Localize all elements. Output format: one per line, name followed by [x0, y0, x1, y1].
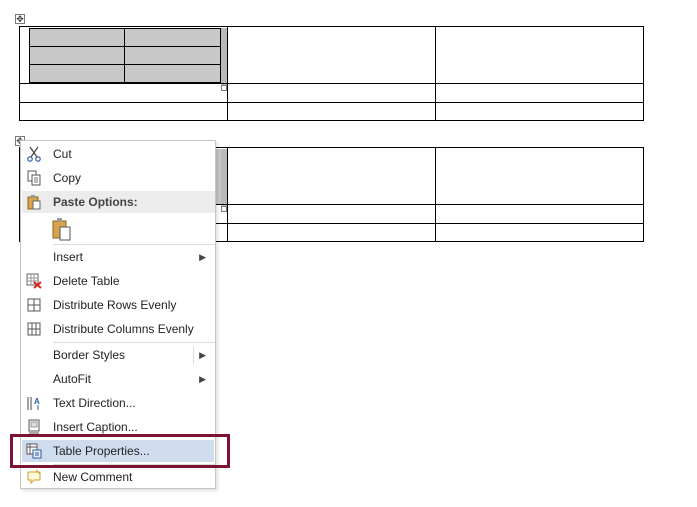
- menu-item-label: Text Direction...: [53, 396, 136, 410]
- nested-table-cells[interactable]: [29, 28, 221, 83]
- menu-item-label: AutoFit: [53, 372, 92, 386]
- menu-item-insert[interactable]: Insert ▶: [22, 246, 214, 268]
- menu-item-text-direction[interactable]: A Text Direction...: [22, 392, 214, 414]
- menu-item-distribute-rows[interactable]: Distribute Rows Evenly: [22, 294, 214, 316]
- paste-keep-source-icon[interactable]: [51, 217, 73, 241]
- paste-options-header: Paste Options:: [22, 191, 215, 213]
- menu-item-delete-table[interactable]: Delete Table: [22, 270, 214, 292]
- menu-item-autofit[interactable]: AutoFit ▶: [22, 368, 214, 390]
- menu-item-cut[interactable]: Cut: [22, 143, 214, 165]
- menu-item-distribute-columns[interactable]: Distribute Columns Evenly: [22, 318, 214, 340]
- menu-item-label: Cut: [53, 147, 72, 161]
- menu-item-label: Delete Table: [53, 274, 120, 288]
- comment-icon: [27, 469, 41, 485]
- menu-item-border-styles[interactable]: Border Styles ▶: [22, 344, 214, 366]
- menu-item-label: New Comment: [53, 470, 133, 484]
- submenu-arrow-icon: ▶: [199, 252, 206, 262]
- distribute-columns-icon: [27, 322, 41, 336]
- menu-item-label: Copy: [53, 171, 82, 185]
- menu-item-new-comment[interactable]: New Comment: [22, 466, 214, 488]
- highlight-callout: [10, 434, 230, 468]
- copy-icon: [27, 170, 41, 186]
- svg-text:A: A: [34, 397, 40, 406]
- caption-icon: [28, 419, 40, 434]
- table-move-handle-icon[interactable]: ✥: [15, 14, 25, 24]
- paste-options-label: Paste Options:: [53, 195, 138, 209]
- distribute-rows-icon: [27, 298, 41, 312]
- menu-item-label: Border Styles: [53, 348, 126, 362]
- submenu-arrow-icon: ▶: [199, 374, 206, 384]
- menu-item-copy[interactable]: Copy: [22, 167, 214, 189]
- menu-item-label: Distribute Rows Evenly: [53, 298, 177, 312]
- scissors-icon: [27, 146, 41, 162]
- menu-item-label: Distribute Columns Evenly: [53, 322, 194, 336]
- delete-table-icon: [26, 273, 42, 289]
- text-direction-icon: A: [27, 397, 40, 410]
- menu-item-label: Insert: [53, 250, 84, 264]
- clipboard-icon: [27, 195, 41, 210]
- submenu-arrow-icon: ▶: [199, 350, 206, 360]
